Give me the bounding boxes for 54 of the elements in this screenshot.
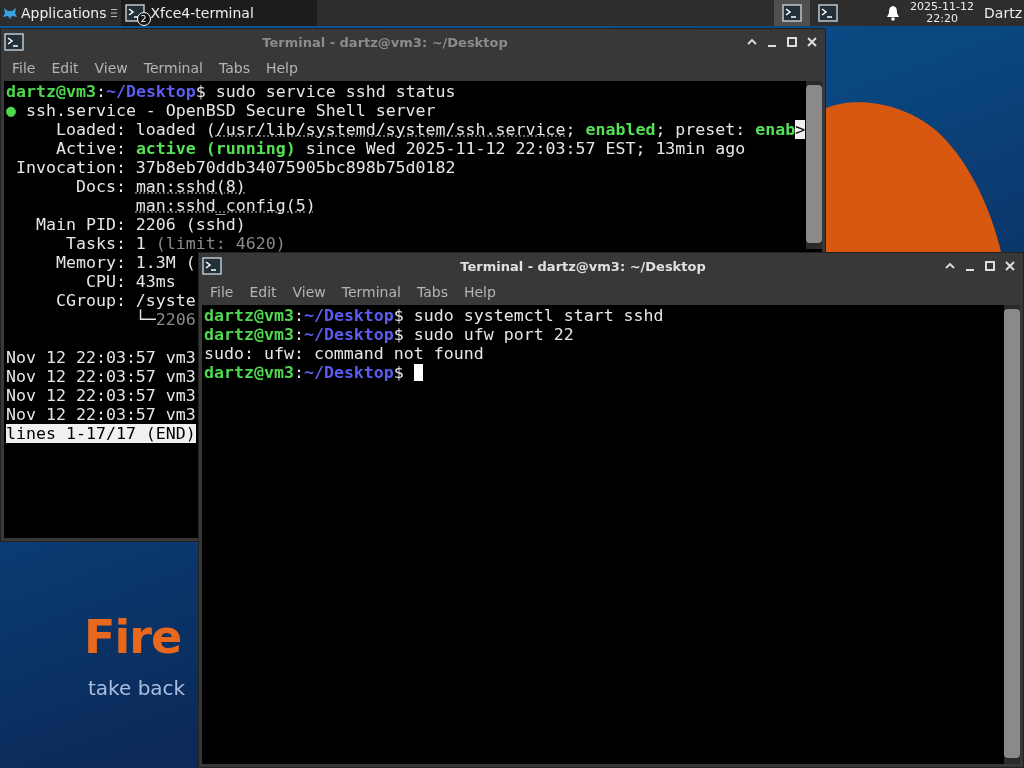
menu-item[interactable]: Tabs [210,60,258,76]
menu-item[interactable]: Help [257,60,306,76]
menu-item[interactable]: Terminal [333,284,409,300]
terminal-icon [124,4,145,22]
handle-icon [110,8,117,18]
task-button[interactable]: 2 Xfce4-terminal [120,0,317,26]
close-button[interactable] [1004,260,1016,272]
applications-menu[interactable]: Applications [0,0,109,26]
menu-item[interactable]: Edit [241,284,285,300]
terminal-line: Docs: man:sshd(8) [74,177,246,196]
menu-item[interactable]: View [284,284,334,300]
terminal-line: Main PID: 2206 (sshd) [34,215,246,234]
terminal-line: Active: active (running) since Wed 2025-11-12 22:03:57 EST; 13min ago [54,139,746,158]
bell-icon[interactable] [886,5,901,21]
terminal-line: dartz@vm3:~/Desktop$ sudo ufw port 22 [204,325,574,344]
user-name[interactable]: Dartz [984,5,1022,21]
maximize-button[interactable] [984,260,996,272]
menu-item[interactable]: Help [455,284,504,300]
menu-item[interactable]: View [86,60,136,76]
menu-item[interactable]: Tabs [408,284,456,300]
terminal-line: Nov 12 22:03:57 vm3 [6,348,196,367]
terminal-line: └─2206 [135,310,196,329]
maximize-button[interactable] [786,36,798,48]
terminal-line: CPU: 43ms [84,272,176,291]
terminal-line: Tasks: 1 (limit: 4620) [64,234,286,253]
wallpaper-tagline: take back [88,676,186,700]
terminal-icon [202,257,222,275]
terminal-icon [782,4,803,22]
terminal-line: sudo: ufw: command not found [204,344,484,363]
terminal-line: Nov 12 22:03:57 vm3 [6,386,196,405]
close-button[interactable] [806,36,818,48]
terminal-line: dartz@vm3:~/Desktop$ [204,363,404,382]
window-title: Terminal - dartz@vm3: ~/Desktop [261,34,509,50]
menu-item[interactable]: Edit [43,60,87,76]
terminal-line: Loaded: loaded (/usr/lib/systemd/system/ssh.service; enabled; preset: enab> [54,120,806,139]
terminal-line: Invocation: 37b8eb70ddb34075905bc898b75d0182 [15,158,456,177]
terminal-line: Nov 12 22:03:57 vm3 [6,367,196,386]
window-title: Terminal - dartz@vm3: ~/Desktop [459,258,707,274]
menu-item[interactable]: Terminal [135,60,211,76]
wallpaper-headline: Fire [84,610,182,664]
terminal-line: dartz@vm3:~/Desktop$ sudo service sshd status [6,82,456,101]
mouse-logo-icon [2,5,18,21]
terminal-icon [818,4,839,22]
terminal-line: dartz@vm3:~/Desktop$ sudo systemctl start sshd [204,306,664,325]
terminal-line: CGroup: /syste [54,291,196,310]
menu-item[interactable]: File [202,284,242,300]
terminal-line: Nov 12 22:03:57 vm3 [6,405,196,424]
workspace-button[interactable] [774,0,811,26]
terminal-line: ● ssh.service - OpenBSD Secure Shell server [6,101,436,120]
menu-item[interactable]: File [4,60,44,76]
clock[interactable]: 2025-11-12 22:20 [910,1,975,25]
terminal-line: man:sshd_config(5) [135,196,316,215]
terminal-icon [4,33,24,51]
terminal-line: Memory: 1.3M ( [54,253,196,272]
